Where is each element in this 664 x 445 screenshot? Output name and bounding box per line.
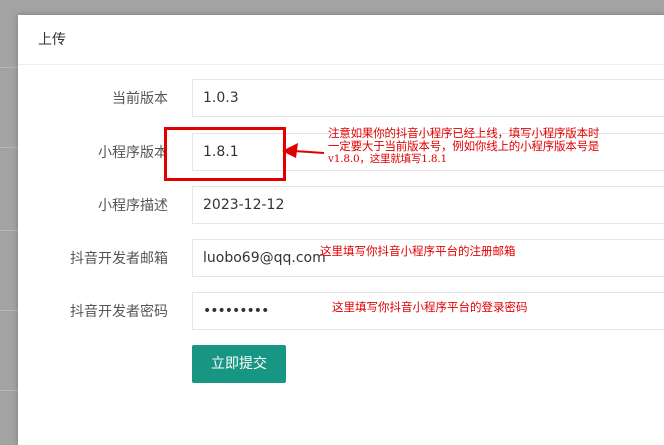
dialog-title: 上传 [18,15,664,65]
background-divider [0,67,18,68]
highlight-box-mini-version [164,127,286,181]
submit-button[interactable]: 立即提交 [192,345,286,383]
mini-desc-input[interactable]: 2023-12-12 [192,186,664,224]
dev-password-label: 抖音开发者密码 [70,304,168,320]
form-row-mini-desc: 小程序描述 2023-12-12 [18,186,664,226]
mini-version-label: 小程序版本 [98,145,168,161]
email-annotation: 这里填写你抖音小程序平台的注册邮箱 [320,244,516,258]
password-annotation: 这里填写你抖音小程序平台的登录密码 [332,300,528,314]
version-annotation: 注意如果你的抖音小程序已经上线，填写小程序版本时 一定要大于当前版本号，例如你线… [328,127,599,166]
version-note-line-3: v1.8.0，这里就填写1.8.1 [328,153,447,165]
current-version-input[interactable]: 1.0.3 [192,79,664,117]
upload-dialog: 上传 当前版本 1.0.3 小程序版本 1.8.1 小程序描述 2023-12-… [18,15,664,445]
current-version-label: 当前版本 [112,91,168,107]
form-row-current-version: 当前版本 1.0.3 [18,79,664,119]
mini-desc-label: 小程序描述 [98,198,168,214]
background-divider [0,230,18,231]
background-divider [0,390,18,391]
background-divider [0,147,18,148]
background-divider [0,310,18,311]
arrow-left-icon [282,143,324,158]
version-note-line-2: 一定要大于当前版本号，例如你线上的小程序版本号是 [328,139,600,153]
dev-email-label: 抖音开发者邮箱 [70,251,168,267]
